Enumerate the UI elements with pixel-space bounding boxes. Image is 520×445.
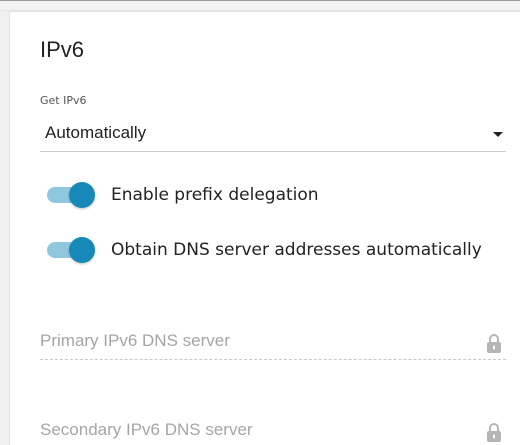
get-ipv6-selected-value: Automatically <box>45 123 147 142</box>
top-panel-edge <box>0 0 520 11</box>
caret-down-icon[interactable] <box>493 132 503 137</box>
get-ipv6-caption: Get IPv6 <box>40 94 87 107</box>
section-title: IPv6 <box>40 37 85 62</box>
switch-knob[interactable] <box>69 237 95 263</box>
primary-ipv6-dns-field[interactable] <box>40 324 506 360</box>
secondary-ipv6-dns-field[interactable] <box>40 413 506 445</box>
get-ipv6-select[interactable]: Automatically <box>40 116 506 152</box>
auto-dns-toggle-row[interactable]: Obtain DNS server addresses automaticall… <box>45 235 505 265</box>
lock-icon <box>486 422 502 442</box>
prefix-delegation-label: Enable prefix delegation <box>111 185 319 205</box>
prefix-delegation-toggle-row[interactable]: Enable prefix delegation <box>45 180 505 210</box>
prefix-delegation-switch[interactable] <box>45 180 95 210</box>
switch-knob[interactable] <box>69 182 95 208</box>
primary-ipv6-dns-input[interactable] <box>40 328 480 354</box>
settings-frame: IPv6 Get IPv6 Automatically Enable prefi… <box>0 0 520 445</box>
ipv6-settings-card: IPv6 Get IPv6 Automatically Enable prefi… <box>9 11 520 445</box>
auto-dns-switch[interactable] <box>45 235 95 265</box>
lock-icon <box>486 333 502 353</box>
auto-dns-label: Obtain DNS server addresses automaticall… <box>111 240 482 260</box>
secondary-ipv6-dns-input[interactable] <box>40 417 480 443</box>
window-border <box>0 0 520 1</box>
